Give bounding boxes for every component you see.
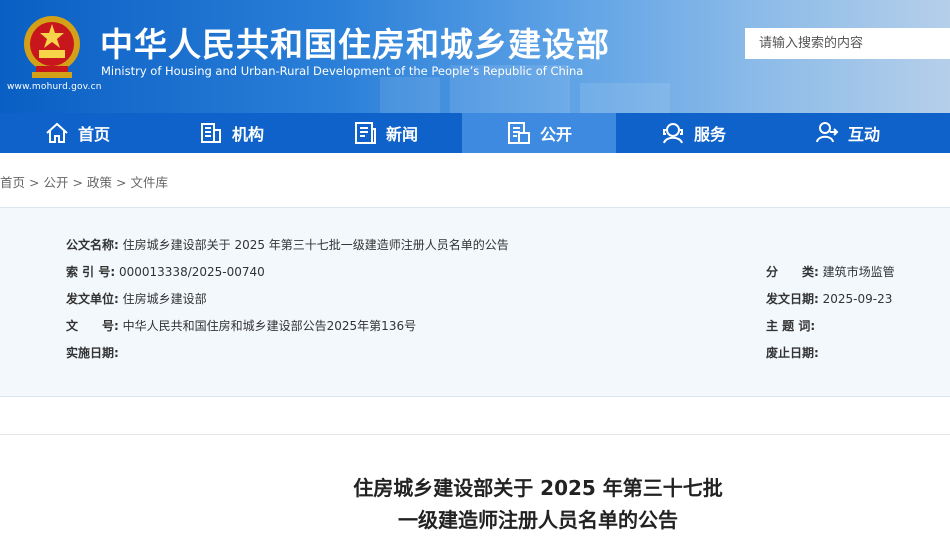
info-label: 文 号: xyxy=(66,319,119,333)
info-label: 发文日期: xyxy=(766,292,819,306)
nav-item-label: 新闻 xyxy=(385,125,418,144)
site-header: www.mohurd.gov.cn 中华人民共和国住房和城乡建设部 Minist… xyxy=(0,0,950,113)
info-value: 2025-09-23 xyxy=(822,292,893,306)
info-label: 索 引 号: xyxy=(66,265,116,279)
nav-item-organization[interactable]: 机构 xyxy=(154,113,308,153)
nav-item-interact[interactable]: 互动 xyxy=(770,113,924,153)
info-value: 000013338/2025-00740 xyxy=(118,265,265,279)
info-row-date: 发文日期: 2025-09-23 xyxy=(766,290,892,307)
service-icon xyxy=(662,123,683,144)
document-title-line: 一级建造师注册人员名单的公告 xyxy=(398,508,678,532)
info-row-category: 分 类: 建筑市场监管 xyxy=(766,263,895,280)
breadcrumb-link-library[interactable]: 文件库 xyxy=(131,175,169,190)
info-row-index: 索 引 号: 000013338/2025-00740 xyxy=(66,263,265,280)
nav-item-news[interactable]: 新闻 xyxy=(308,113,462,153)
info-row-issuer: 发文单位: 住房城乡建设部 xyxy=(66,290,207,307)
breadcrumb-separator: > xyxy=(72,175,83,190)
site-url[interactable]: www.mohurd.gov.cn xyxy=(7,82,102,92)
breadcrumb-link-public[interactable]: 公开 xyxy=(44,175,69,190)
banner-decoration xyxy=(380,77,440,113)
breadcrumb-link-home[interactable]: 首页 xyxy=(0,175,25,190)
info-label: 主 题 词: xyxy=(766,319,816,333)
building-icon xyxy=(200,123,221,143)
info-label: 公文名称: xyxy=(66,238,119,252)
nav-item-service[interactable]: 服务 xyxy=(616,113,770,153)
banner-decoration xyxy=(580,83,670,113)
nav-item-label: 机构 xyxy=(231,125,264,144)
content-divider xyxy=(0,434,950,435)
breadcrumb-separator: > xyxy=(116,175,127,190)
nav-item-label: 公开 xyxy=(539,125,572,144)
info-label: 实施日期: xyxy=(66,346,119,360)
nav-item-label: 互动 xyxy=(847,125,880,144)
document-icon xyxy=(507,122,530,144)
search-input[interactable] xyxy=(745,28,950,59)
nav-item-public[interactable]: 公开 xyxy=(462,113,616,153)
document-title: 住房城乡建设部关于 2025 年第三十七批 一级建造师注册人员名单的公告 xyxy=(0,472,950,536)
nav-item-label: 首页 xyxy=(77,125,110,144)
home-icon xyxy=(46,122,68,143)
info-row-effective: 实施日期: xyxy=(66,344,119,361)
info-value: 住房城乡建设部 xyxy=(122,292,207,306)
nav-item-label: 服务 xyxy=(693,125,726,144)
info-row-subject: 主 题 词: xyxy=(766,317,815,334)
info-value: 住房城乡建设部关于 2025 年第三十七批一级建造师注册人员名单的公告 xyxy=(122,238,509,252)
info-row-docno: 文 号: 中华人民共和国住房和城乡建设部公告2025年第136号 xyxy=(66,317,416,334)
nav-item-home[interactable]: 首页 xyxy=(0,113,154,153)
breadcrumb-link-policy[interactable]: 政策 xyxy=(87,175,112,190)
info-label: 废止日期: xyxy=(766,346,819,360)
info-value: 建筑市场监管 xyxy=(822,265,895,279)
document-title-line: 住房城乡建设部关于 2025 年第三十七批 xyxy=(353,476,723,500)
info-label: 发文单位: xyxy=(66,292,119,306)
info-row-repeal: 废止日期: xyxy=(766,344,819,361)
breadcrumb: 首页 > 公开 > 政策 > 文件库 xyxy=(0,172,168,191)
news-icon xyxy=(354,122,376,144)
info-value: 中华人民共和国住房和城乡建设部公告2025年第136号 xyxy=(122,319,417,333)
national-emblem-icon xyxy=(24,16,80,78)
breadcrumb-separator: > xyxy=(29,175,40,190)
interact-icon xyxy=(815,122,839,143)
info-row-name: 公文名称: 住房城乡建设部关于 2025 年第三十七批一级建造师注册人员名单的公… xyxy=(66,236,509,253)
document-info-panel: 公文名称: 住房城乡建设部关于 2025 年第三十七批一级建造师注册人员名单的公… xyxy=(0,207,950,397)
site-subtitle: Ministry of Housing and Urban-Rural Deve… xyxy=(101,64,584,78)
info-label: 分 类: xyxy=(766,265,819,279)
site-title[interactable]: 中华人民共和国住房和城乡建设部 xyxy=(100,18,610,66)
main-nav: 首页 机构 新闻 公开 服务 互动 xyxy=(0,113,950,153)
